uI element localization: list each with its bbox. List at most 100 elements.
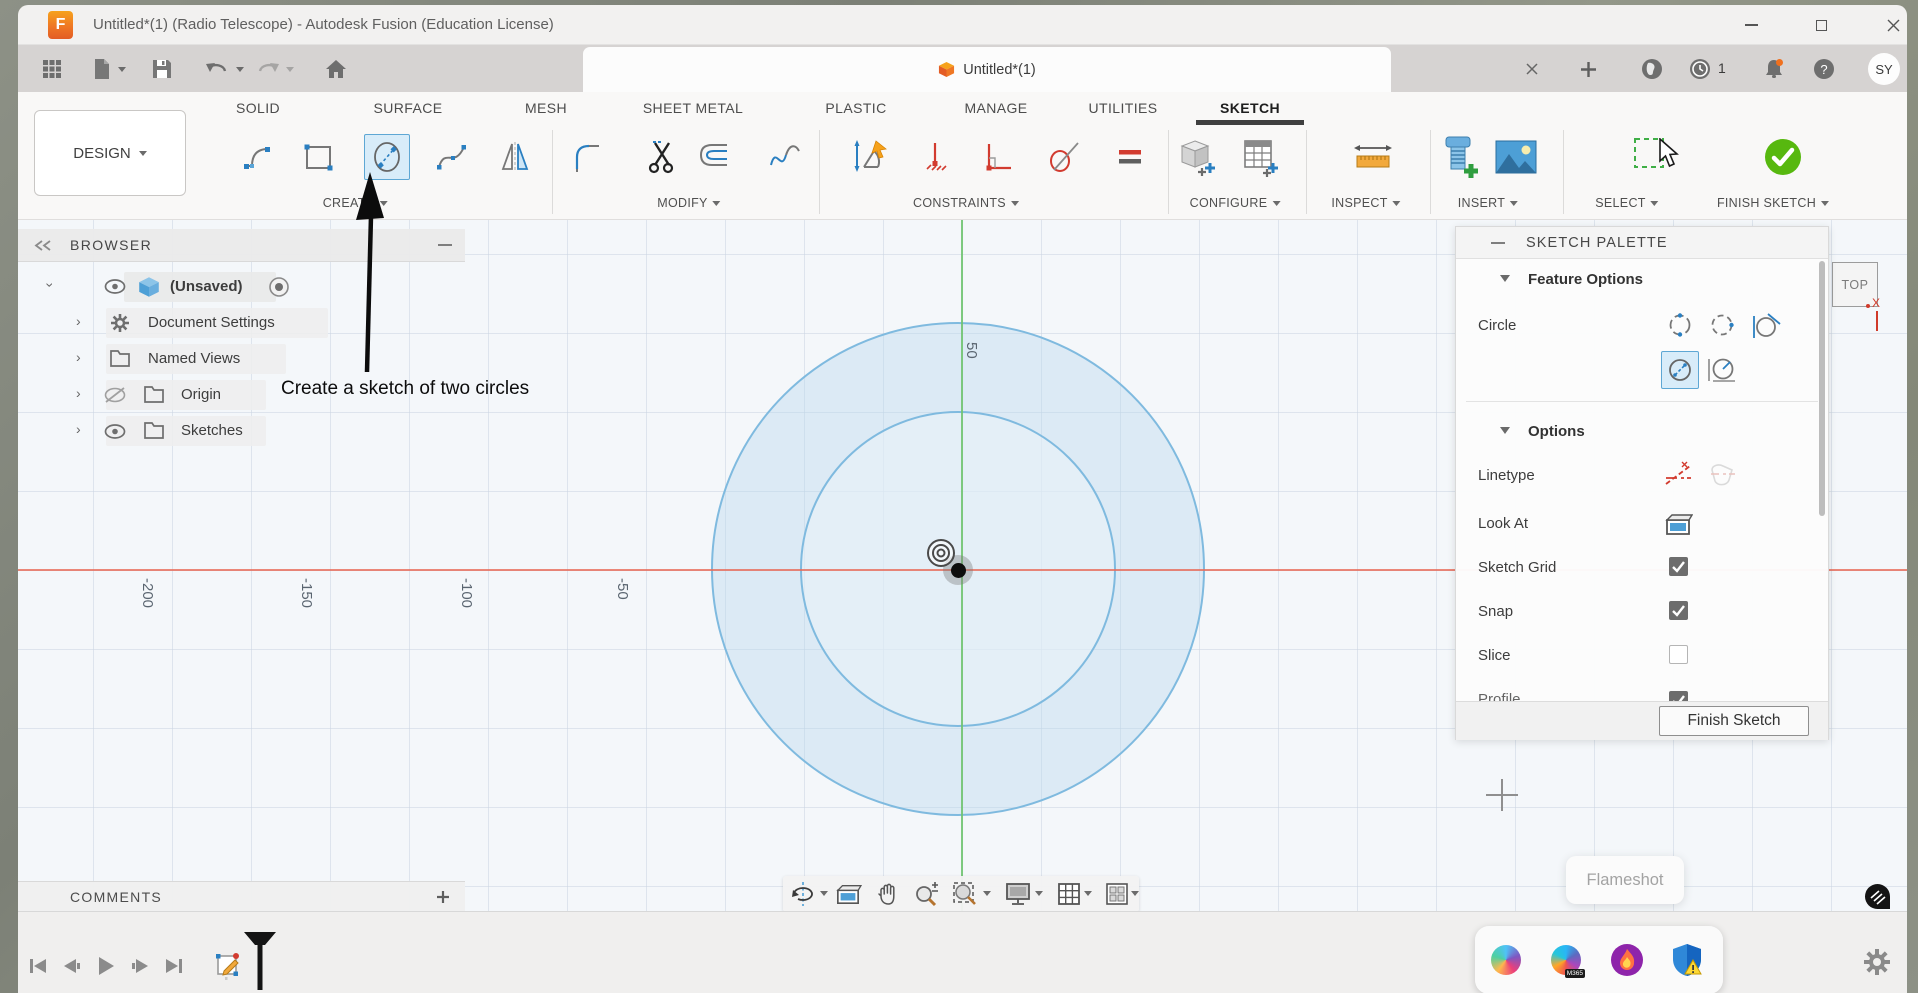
spline-tool-button[interactable] [429, 134, 475, 180]
notifications-button[interactable] [1760, 55, 1788, 83]
visibility-eye-icon[interactable] [104, 279, 126, 294]
sketch-dimension-button[interactable] [847, 134, 893, 180]
group-modify[interactable]: MODIFY [657, 196, 721, 210]
viewports-caret[interactable] [1131, 891, 1139, 896]
sketch-palette-header[interactable]: SKETCH PALETTE [1456, 227, 1828, 259]
tab-sketch[interactable]: SKETCH [1220, 100, 1280, 116]
fit-button[interactable] [951, 880, 979, 908]
offset-tool-button[interactable] [692, 134, 738, 180]
group-constraints[interactable]: CONSTRAINTS [913, 196, 1019, 210]
trim-tool-button[interactable] [640, 134, 686, 180]
circle-3tangent-option[interactable] [1750, 308, 1784, 342]
circle-2point-option[interactable] [1705, 308, 1739, 342]
chevron-collapsed-icon[interactable]: › [76, 385, 81, 401]
timeline-step-back-button[interactable] [60, 954, 84, 978]
home-button[interactable] [322, 55, 350, 83]
collapse-panel-icon[interactable] [34, 240, 52, 251]
vertical-constraint-button[interactable] [912, 134, 958, 180]
construction-linetype-button[interactable] [1661, 458, 1695, 492]
windows-security-app-icon[interactable] [1670, 943, 1704, 977]
timeline-play-button[interactable] [94, 954, 118, 978]
palette-scrollbar[interactable] [1819, 261, 1825, 516]
quick-settings-button[interactable] [1862, 947, 1892, 982]
undo-caret[interactable] [236, 67, 244, 72]
app-grid-button[interactable] [38, 55, 66, 83]
group-select[interactable]: SELECT [1595, 196, 1659, 210]
circle-2tangent-option[interactable] [1705, 353, 1739, 387]
rectangle-tool-button[interactable] [296, 134, 342, 180]
configure-feature-button[interactable] [1175, 134, 1221, 180]
tab-plastic[interactable]: PLASTIC [825, 100, 886, 116]
extensions-button[interactable] [1638, 55, 1666, 83]
undo-button[interactable] [203, 55, 231, 83]
copilot-app-icon[interactable] [1489, 943, 1523, 977]
file-menu-button[interactable] [88, 55, 116, 83]
redo-caret[interactable] [286, 67, 294, 72]
workspace-selector[interactable]: DESIGN [34, 110, 186, 196]
zoom-button[interactable] [912, 880, 940, 908]
orbit-caret[interactable] [820, 891, 828, 896]
profile-checkbox[interactable] [1669, 691, 1688, 701]
grid-caret[interactable] [1084, 891, 1092, 896]
slice-checkbox[interactable] [1669, 645, 1688, 664]
group-configure[interactable]: CONFIGURE [1190, 196, 1281, 210]
document-tab[interactable]: Untitled*(1) [583, 47, 1391, 92]
tab-surface[interactable]: SURFACE [374, 100, 443, 116]
palette-minimize-icon[interactable] [1491, 242, 1505, 244]
section-collapse-icon[interactable] [1500, 427, 1510, 434]
fit-caret[interactable] [983, 891, 991, 896]
flameshot-app-icon[interactable] [1610, 943, 1644, 977]
maximize-button[interactable] [1798, 5, 1844, 45]
viewports-button[interactable] [1103, 880, 1131, 908]
sketch-grid-checkbox[interactable] [1669, 557, 1688, 576]
timeline-step-forward-button[interactable] [128, 954, 152, 978]
display-caret[interactable] [1035, 891, 1043, 896]
minimize-button[interactable] [1728, 5, 1774, 45]
insert-image-button[interactable] [1493, 134, 1539, 180]
file-menu-caret[interactable] [118, 67, 126, 72]
circle-center-diameter-selected-option[interactable] [1661, 351, 1699, 389]
chevron-collapsed-icon[interactable]: › [76, 349, 81, 365]
finish-sketch-ribbon-button[interactable] [1760, 134, 1806, 180]
configuration-table-button[interactable] [1238, 134, 1284, 180]
activate-radio-icon[interactable] [268, 276, 290, 298]
timeline-skip-start-button[interactable] [26, 954, 50, 978]
visibility-off-icon[interactable] [104, 387, 126, 403]
centerline-linetype-button[interactable] [1705, 458, 1739, 492]
save-button[interactable] [148, 55, 176, 83]
tab-sheet-metal[interactable]: SHEET METAL [643, 100, 743, 116]
group-insert[interactable]: INSERT [1458, 196, 1519, 210]
fillet-tool-button[interactable] [566, 134, 612, 180]
perpendicular-constraint-button[interactable] [975, 134, 1021, 180]
browser-minimize-icon[interactable] [438, 244, 452, 246]
snap-checkbox[interactable] [1669, 601, 1688, 620]
measure-button[interactable] [1350, 134, 1396, 180]
user-avatar[interactable]: SY [1868, 53, 1900, 85]
redo-button[interactable] [254, 55, 282, 83]
pan-button[interactable] [874, 880, 902, 908]
grid-settings-button[interactable] [1055, 880, 1083, 908]
chevron-expanded-icon[interactable]: › [42, 283, 58, 288]
sketch-scale-tool-button[interactable] [762, 134, 808, 180]
section-collapse-icon[interactable] [1500, 275, 1510, 282]
add-comment-icon[interactable] [436, 890, 450, 904]
m365-copilot-app-icon[interactable]: M365 [1549, 943, 1585, 978]
visibility-eye-icon[interactable] [104, 424, 126, 439]
chevron-collapsed-icon[interactable]: › [76, 421, 81, 437]
comments-bar[interactable]: COMMENTS [18, 881, 465, 911]
line-tool-button[interactable] [236, 134, 282, 180]
new-tab-button[interactable] [1574, 55, 1602, 83]
tab-mesh[interactable]: MESH [525, 100, 567, 116]
feedback-chat-icon[interactable] [1864, 883, 1891, 910]
look-at-button[interactable] [1661, 508, 1695, 542]
close-button[interactable] [1870, 5, 1916, 45]
browser-row-sketches[interactable]: › Sketches [18, 414, 465, 448]
tab-utilities[interactable]: UTILITIES [1089, 100, 1158, 116]
insert-mcmaster-button[interactable] [1435, 134, 1481, 180]
equal-constraint-button[interactable] [1107, 134, 1153, 180]
mirror-tool-button[interactable] [492, 134, 538, 180]
group-finish-sketch[interactable]: FINISH SKETCH [1717, 196, 1830, 210]
help-button[interactable]: ? [1810, 55, 1838, 83]
tangent-constraint-button[interactable] [1041, 134, 1087, 180]
circle-center-diameter-option[interactable] [1663, 308, 1697, 342]
